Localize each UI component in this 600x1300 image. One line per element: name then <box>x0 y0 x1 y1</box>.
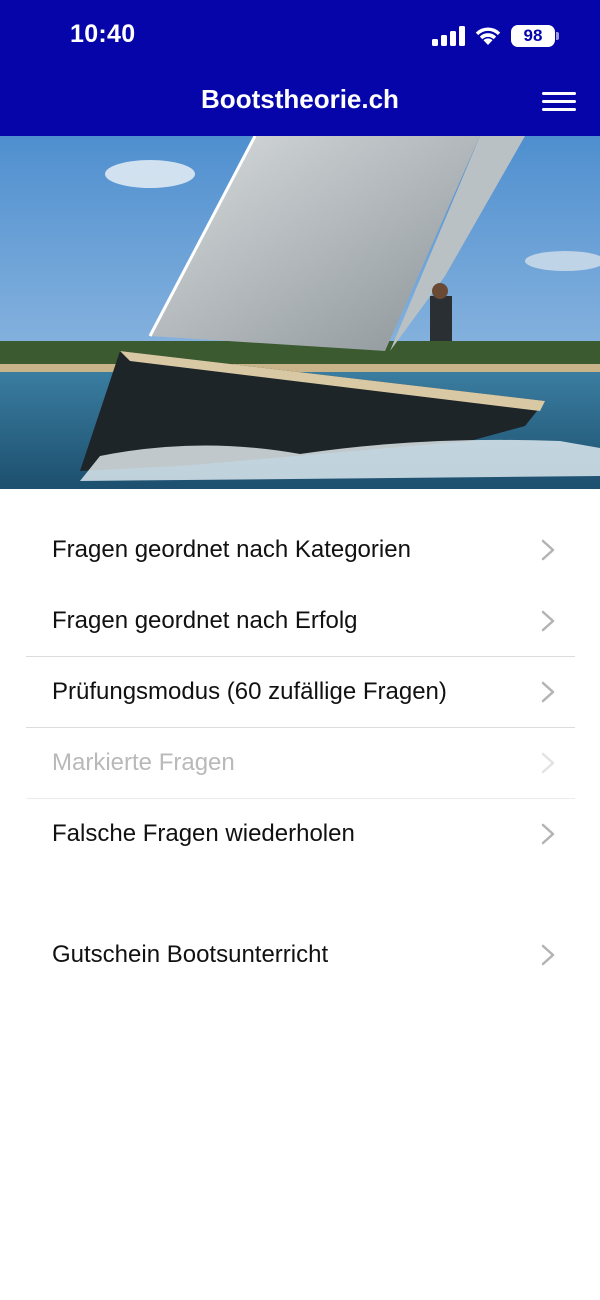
app-title: Bootstheorie.ch <box>201 84 399 114</box>
menu-item-label: Markierte Fragen <box>52 749 235 776</box>
menu-item-voucher[interactable]: Gutschein Bootsunterricht <box>26 920 575 991</box>
menu-item-success[interactable]: Fragen geordnet nach Erfolg <box>26 586 575 657</box>
chevron-right-icon <box>541 610 555 632</box>
menu-item-label: Fragen geordnet nach Kategorien <box>52 536 411 563</box>
signal-icon <box>432 26 465 46</box>
hamburger-menu-icon[interactable] <box>538 88 578 116</box>
menu-item-marked-questions[interactable]: Markierte Fragen <box>26 728 575 799</box>
chevron-right-icon <box>541 681 555 703</box>
chevron-right-icon <box>541 539 555 561</box>
chevron-right-icon <box>541 823 555 845</box>
menu-item-repeat-wrong[interactable]: Falsche Fragen wiederholen <box>26 799 575 870</box>
wifi-icon <box>475 27 501 45</box>
status-time: 10:40 <box>70 20 136 48</box>
menu-item-label: Fragen geordnet nach Erfolg <box>52 607 358 634</box>
menu-item-exam-mode[interactable]: Prüfungsmodus (60 zufällige Fragen) <box>26 657 575 728</box>
status-icons: 98 <box>430 20 560 52</box>
battery-level: 98 <box>523 26 543 45</box>
app-header: 10:40 98 Bootstheorie.ch <box>0 0 600 136</box>
menu-item-label: Gutschein Bootsunterricht <box>52 941 329 968</box>
battery-nub <box>556 32 559 40</box>
menu-item-label: Prüfungsmodus (60 zufällige Fragen) <box>52 678 447 705</box>
chevron-right-icon <box>541 944 555 966</box>
menu-item-categories[interactable]: Fragen geordnet nach Kategorien <box>26 515 575 586</box>
battery-icon: 98 <box>511 25 555 47</box>
menu-item-label: Falsche Fragen wiederholen <box>52 820 355 847</box>
chevron-right-icon <box>541 752 555 774</box>
hero-sailboat-image <box>0 136 600 489</box>
